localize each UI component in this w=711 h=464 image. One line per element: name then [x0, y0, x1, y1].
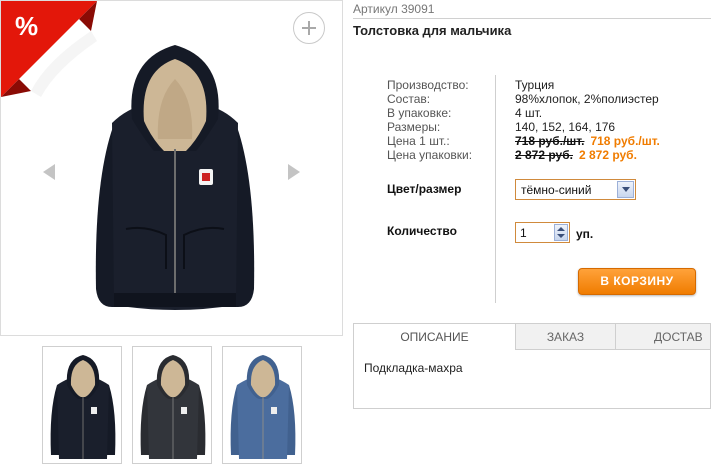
decrement-arrow-icon[interactable] — [557, 234, 565, 238]
discount-ribbon-icon: % — [1, 1, 97, 97]
tab-order[interactable]: ЗАКАЗ — [515, 323, 616, 350]
spec-pack: 4 шт. — [515, 106, 543, 120]
tab-delivery[interactable]: ДОСТАВ — [615, 323, 711, 350]
spec-country: Турция — [515, 78, 555, 92]
unit-price-new: 718 руб./шт. — [590, 134, 660, 148]
spec-label-composition: Состав: — [387, 92, 431, 106]
spec-composition: 98%хлопок, 2%полиэстер — [515, 92, 659, 106]
quantity-value[interactable]: 1 — [520, 226, 527, 240]
spec-sizes: 140, 152, 164, 176 — [515, 120, 616, 134]
spec-label-unit-price: Цена 1 шт.: — [387, 134, 450, 148]
color-size-label: Цвет/размер — [387, 182, 462, 196]
header-divider — [353, 18, 711, 19]
prev-image-arrow-icon[interactable] — [41, 162, 57, 182]
zoom-button[interactable] — [293, 12, 325, 44]
tab-description[interactable]: ОПИСАНИЕ — [353, 323, 516, 350]
quantity-stepper[interactable]: 1 — [515, 222, 570, 243]
spec-labels: Производство: Состав: В упаковке: Размер… — [387, 78, 472, 162]
quantity-label: Количество — [387, 224, 457, 238]
pack-price-old: 2 872 руб. — [515, 148, 573, 162]
hoodie-navy-thumbnail-icon — [50, 355, 116, 459]
spec-label-pack-price: Цена упаковки: — [387, 148, 473, 162]
increment-arrow-icon[interactable] — [557, 227, 565, 231]
pack-price: 2 872 руб. 2 872 руб. — [515, 148, 660, 162]
thumbnail-graphite[interactable] — [132, 346, 212, 464]
spec-label-pack: В упаковке: — [387, 106, 452, 120]
product-gallery: % — [0, 0, 343, 336]
thumbnail-navy[interactable] — [42, 346, 122, 464]
add-to-cart-button[interactable]: В КОРЗИНУ — [578, 268, 696, 295]
chevron-down-icon[interactable] — [617, 181, 634, 198]
hoodie-blue-thumbnail-icon — [230, 355, 296, 459]
product-main-photo[interactable] — [86, 39, 264, 329]
color-size-select[interactable]: тёмно-синий — [515, 179, 636, 200]
discount-badge-label: % — [15, 11, 38, 41]
unit-price-old: 718 руб./шт. — [515, 134, 585, 148]
product-title: Толстовка для мальчика — [353, 23, 512, 38]
tab-panel: Подкладка-махра — [353, 349, 711, 409]
spinner-icon[interactable] — [554, 224, 568, 241]
product-sku: Артикул 39091 — [353, 2, 435, 16]
pack-price-new: 2 872 руб. — [578, 148, 637, 162]
next-image-arrow-icon[interactable] — [286, 162, 302, 182]
specs-divider — [495, 75, 496, 303]
thumbnail-blue[interactable] — [222, 346, 302, 464]
spec-label-country: Производство: — [387, 78, 469, 92]
color-size-value: тёмно-синий — [521, 183, 592, 197]
spec-values: Турция 98%хлопок, 2%полиэстер 4 шт. 140,… — [515, 78, 660, 162]
quantity-unit: уп. — [576, 227, 594, 241]
hoodie-graphite-thumbnail-icon — [140, 355, 206, 459]
product-description: Подкладка-махра — [364, 361, 463, 375]
spec-label-sizes: Размеры: — [387, 120, 441, 134]
unit-price: 718 руб./шт. 718 руб./шт. — [515, 134, 660, 148]
product-tabs: ОПИСАНИЕ ЗАКАЗ ДОСТАВ Подкладка-махра — [353, 323, 711, 464]
